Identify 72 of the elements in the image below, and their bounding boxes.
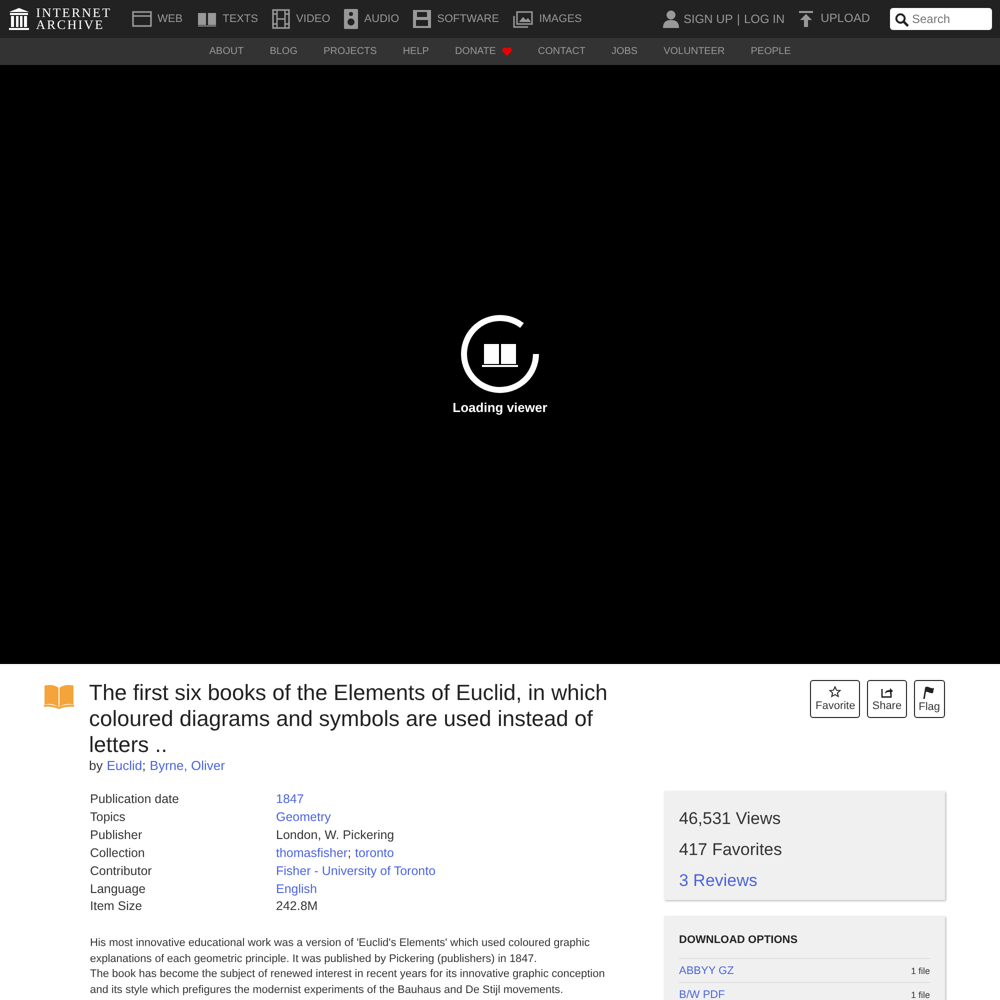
separator: ; — [348, 846, 352, 860]
secondary-nav-link[interactable]: BLOG — [270, 46, 298, 57]
file-count: 1 file — [910, 966, 930, 976]
separator: | — [736, 12, 740, 26]
search-field[interactable]: Search — [890, 8, 992, 30]
book-icon — [43, 684, 75, 710]
browser-window-icon — [132, 11, 152, 27]
metadata-link[interactable]: toronto — [355, 846, 394, 860]
metadata-link[interactable]: Geometry — [276, 810, 331, 824]
download-format-link[interactable]: ABBYY GZ — [679, 964, 734, 976]
temple-icon — [8, 7, 30, 31]
secondary-nav-link[interactable]: DONATE — [454, 46, 512, 57]
speaker-icon — [344, 9, 358, 29]
stat-link[interactable]: 3 Reviews — [679, 865, 930, 896]
metadata-label: Item Size — [90, 898, 144, 916]
secondary-nav-link[interactable]: CONTACT — [538, 46, 586, 57]
secondary-nav-link[interactable]: ABOUT — [209, 46, 244, 57]
media-nav-link[interactable]: WEB — [132, 9, 183, 29]
logo-text: INTERNET — [36, 7, 112, 19]
metadata-link[interactable]: thomasfisher — [276, 846, 348, 860]
upload-link[interactable]: UPLOAD — [820, 11, 870, 25]
upload-icon — [798, 11, 813, 27]
metadata-label: Topics — [90, 808, 126, 826]
media-nav-link[interactable]: VIDEO — [272, 9, 330, 29]
pictures-icon — [513, 10, 534, 28]
stat-text: 417 Favorites — [679, 839, 783, 861]
logo-text: ARCHIVE — [36, 19, 106, 31]
metadata-label: Collection — [90, 844, 146, 862]
metadata-link[interactable]: English — [276, 882, 317, 896]
metadata-value: London, W. Pickering — [276, 828, 394, 842]
media-nav-link[interactable]: IMAGES — [513, 9, 582, 29]
metadata-value: 242.8M — [276, 899, 318, 914]
site-logo[interactable]: INTERNET ARCHIVE — [8, 7, 112, 31]
metadata-label: Publisher — [90, 826, 144, 844]
action-button[interactable]: Share — [867, 680, 907, 718]
user-icon — [663, 10, 680, 28]
media-nav-link[interactable]: AUDIO — [344, 9, 400, 29]
metadata-label: Publication date — [90, 791, 180, 808]
metadata-link[interactable]: Fisher - University of Toronto — [276, 864, 436, 878]
file-count: 1 file — [910, 990, 930, 1000]
secondary-nav-link[interactable]: HELP — [402, 46, 429, 57]
log-in-link[interactable]: LOG IN — [744, 12, 785, 26]
loading-text: Loading viewer — [452, 400, 548, 415]
media-nav-link[interactable]: SOFTWARE — [413, 9, 500, 29]
separator: ; — [142, 758, 146, 773]
sign-up-link[interactable]: SIGN UP — [683, 12, 733, 26]
author-link[interactable]: Byrne, Oliver — [150, 758, 225, 773]
panel-title: DOWNLOAD OPTIONS — [679, 934, 930, 959]
description-paragraph: His most innovative educational work was a version of 'Euclid's Elements' which used coloured graphic explanations of each geometric principle. It was published by Pickering (publishers) in 1847. — [90, 936, 591, 967]
secondary-nav-link[interactable]: PROJECTS — [323, 46, 377, 57]
stat-text: 46,531 Views — [679, 808, 782, 830]
secondary-nav-link[interactable]: JOBS — [611, 46, 638, 57]
metadata-label: Contributor — [90, 862, 153, 880]
action-button[interactable]: Flag — [914, 680, 945, 718]
secondary-nav-link[interactable]: PEOPLE — [750, 46, 791, 57]
book-icon — [196, 11, 217, 27]
download-format-link[interactable]: B/W PDF — [679, 988, 725, 1000]
media-nav-link[interactable]: TEXTS — [196, 9, 258, 29]
film-strip-icon — [272, 9, 290, 29]
author-link[interactable]: Euclid — [106, 758, 142, 773]
heart-icon — [502, 47, 512, 56]
flag-icon — [923, 686, 936, 699]
metadata-label: Language — [90, 880, 147, 898]
description-paragraph: The book has become the subject of renewed interest in recent years for its innovative graphic conception and its style which prefigures the modernist experiments of the Bauhaus and De Stijl movements. — [90, 967, 606, 998]
share-icon — [880, 686, 893, 698]
item-title: The first six books of the Elements of Euclid, in which coloured diagrams and symbols are used instead of letters .. — [89, 680, 608, 758]
by-label: by — [89, 758, 103, 773]
action-button[interactable]: Favorite — [810, 680, 860, 718]
metadata-link[interactable]: 1847 — [276, 792, 304, 806]
star-icon — [829, 686, 842, 698]
secondary-nav-link[interactable]: VOLUNTEER — [664, 46, 725, 57]
loading-book-icon — [460, 314, 540, 394]
